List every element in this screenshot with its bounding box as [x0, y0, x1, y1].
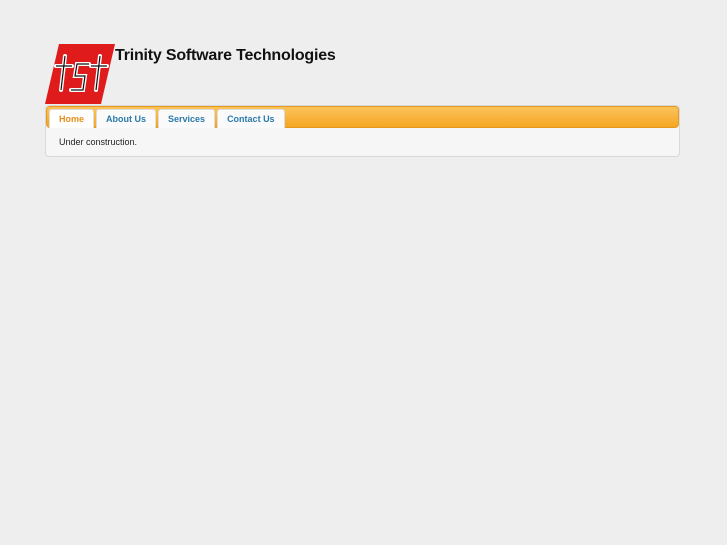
nav-tabbar: Home About Us Services Contact Us [46, 106, 679, 128]
tab-home[interactable]: Home [49, 109, 95, 128]
site-header: Trinity Software Technologies [45, 44, 405, 104]
tst-logo[interactable] [45, 44, 115, 104]
site-title: Trinity Software Technologies [115, 47, 336, 64]
tab-contact-us[interactable]: Contact Us [217, 109, 285, 128]
tab-services[interactable]: Services [158, 109, 216, 128]
content-text: Under construction. [59, 137, 138, 147]
nav-tabs: Home About Us Services Contact Us [49, 109, 285, 128]
main-panel: Home About Us Services Contact Us Under … [45, 105, 680, 157]
tab-about-us[interactable]: About Us [96, 109, 157, 128]
